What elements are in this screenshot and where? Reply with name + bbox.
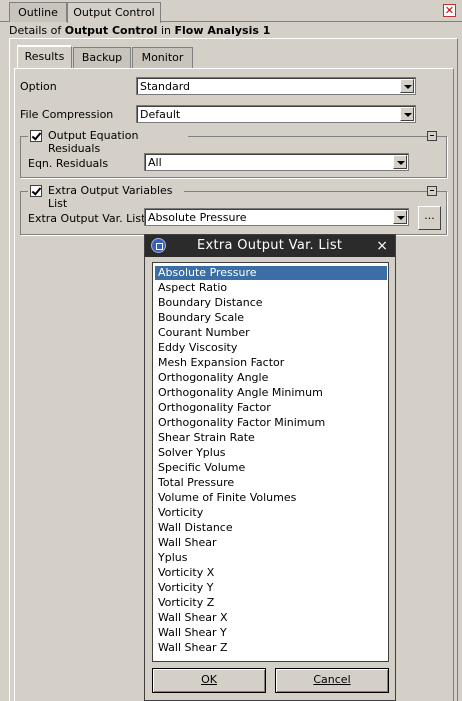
list-item[interactable]: Aspect Ratio — [155, 281, 387, 295]
details-object: Output Control — [64, 24, 158, 37]
list-item[interactable]: Shear Strain Rate — [155, 431, 387, 445]
list-item[interactable]: Vorticity Z — [155, 596, 387, 610]
list-item[interactable]: Orthogonality Angle — [155, 371, 387, 385]
app-logo-icon — [151, 238, 166, 253]
list-item[interactable]: Orthogonality Factor — [155, 401, 387, 415]
list-item[interactable]: Specific Volume — [155, 461, 387, 475]
collapse-icon[interactable] — [427, 131, 437, 141]
list-item[interactable]: Mesh Expansion Factor — [155, 356, 387, 370]
extra-vars-label: Extra Output Var. List — [28, 212, 146, 225]
option-label: Option — [20, 80, 57, 93]
details-prefix: Details of — [9, 24, 62, 37]
popup-title: Extra Output Var. List — [197, 238, 343, 253]
extra-vars-group-header: Extra Output Variables List — [28, 184, 184, 210]
list-item[interactable]: Vorticity Y — [155, 581, 387, 595]
list-item[interactable]: Orthogonality Angle Minimum — [155, 386, 387, 400]
chevron-down-icon[interactable] — [393, 155, 407, 169]
eqn-residuals-dropdown[interactable]: All — [144, 153, 409, 171]
residuals-group-header: Output Equation Residuals — [28, 129, 188, 155]
list-item[interactable]: Wall Shear — [155, 536, 387, 550]
chevron-down-icon[interactable] — [400, 79, 414, 93]
list-item[interactable]: Vorticity — [155, 506, 387, 520]
extra-vars-checkbox[interactable] — [30, 185, 42, 197]
list-item[interactable]: Boundary Scale — [155, 311, 387, 325]
file-compression-dropdown[interactable]: Default — [136, 105, 416, 123]
variable-listbox[interactable]: Absolute Pressure Aspect Ratio Boundary Di… — [152, 262, 389, 662]
popup-title-bar[interactable]: Extra Output Var. List × — [145, 235, 395, 257]
residuals-group-title: Output Equation Residuals — [48, 129, 139, 155]
list-item[interactable]: Wall Shear X — [155, 611, 387, 625]
list-item[interactable]: Wall Distance — [155, 521, 387, 535]
file-compression-label: File Compression — [20, 108, 114, 121]
chevron-down-icon[interactable] — [393, 210, 407, 224]
details-header: Details of Output Control in Flow Analys… — [9, 24, 270, 37]
chevron-down-icon[interactable] — [400, 107, 414, 121]
details-parent: Flow Analysis 1 — [174, 24, 271, 37]
list-item[interactable]: Vorticity X — [155, 566, 387, 580]
option-value: Standard — [140, 80, 191, 93]
extra-vars-popup: Extra Output Var. List × Absolute Pressu… — [144, 234, 396, 701]
list-item[interactable]: Orthogonality Factor Minimum — [155, 416, 387, 430]
tab-outline[interactable]: Outline — [9, 2, 67, 22]
cancel-button-label: Cancel — [313, 673, 351, 686]
list-item[interactable]: Wall Shear Z — [155, 641, 387, 655]
residuals-checkbox[interactable] — [30, 130, 42, 142]
list-item[interactable]: Eddy Viscosity — [155, 341, 387, 355]
tab-backup[interactable]: Backup — [73, 47, 131, 68]
close-icon[interactable]: ✕ — [443, 4, 456, 17]
close-icon[interactable]: × — [376, 235, 388, 257]
list-item[interactable]: Total Pressure — [155, 476, 387, 490]
eqn-residuals-label: Eqn. Residuals — [28, 157, 109, 170]
extra-vars-dropdown[interactable]: Absolute Pressure — [144, 208, 409, 226]
list-item[interactable]: Courant Number — [155, 326, 387, 340]
file-compression-value: Default — [140, 108, 181, 121]
list-item[interactable]: Boundary Distance — [155, 296, 387, 310]
list-item[interactable]: Absolute Pressure — [155, 266, 387, 280]
list-item[interactable]: Solver Yplus — [155, 446, 387, 460]
tab-monitor[interactable]: Monitor — [132, 47, 193, 68]
collapse-icon[interactable] — [427, 186, 437, 196]
extra-vars-value: Absolute Pressure — [148, 211, 247, 224]
ok-button-label: OK — [201, 673, 217, 686]
details-mid: in — [160, 24, 171, 37]
tab-output-control[interactable]: Output Control — [67, 2, 161, 23]
cancel-button[interactable]: Cancel — [275, 668, 389, 693]
browse-button[interactable]: ... — [418, 206, 441, 230]
option-dropdown[interactable]: Standard — [136, 77, 416, 95]
extra-vars-group-title: Extra Output Variables List — [48, 184, 173, 210]
list-item[interactable]: Volume of Finite Volumes — [155, 491, 387, 505]
eqn-residuals-value: All — [148, 156, 162, 169]
top-tab-bar: Outline Output Control ✕ — [0, 0, 462, 23]
list-item[interactable]: Wall Shear Y — [155, 626, 387, 640]
tab-results[interactable]: Results — [17, 45, 72, 69]
list-item[interactable]: Yplus — [155, 551, 387, 565]
ok-button[interactable]: OK — [152, 668, 266, 693]
